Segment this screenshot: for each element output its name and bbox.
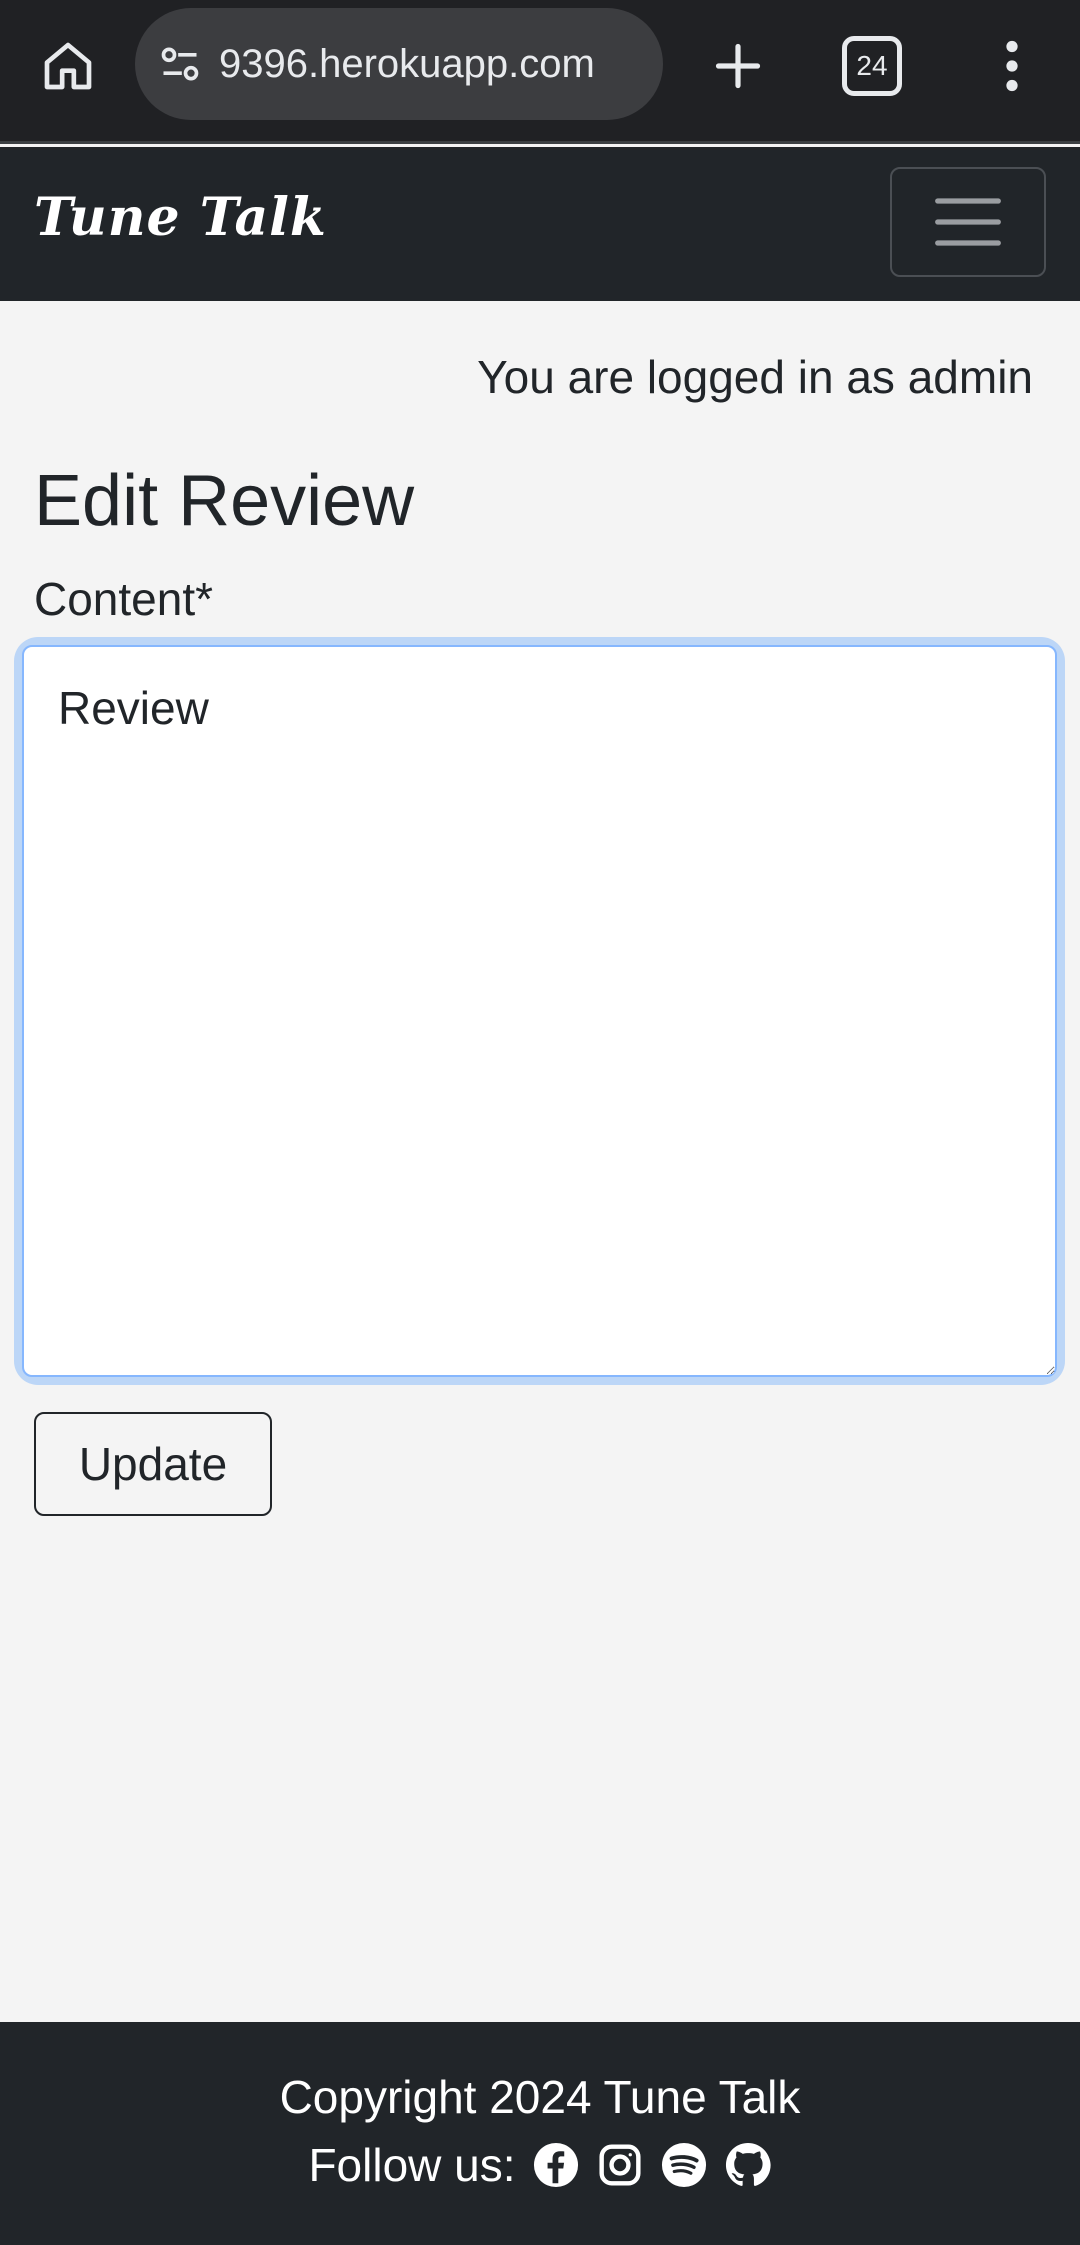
site-footer: Copyright 2024 Tune Talk Follow us: bbox=[0, 2022, 1080, 2245]
copyright-text: Copyright 2024 Tune Talk bbox=[279, 2071, 801, 2123]
hamburger-menu-icon bbox=[935, 198, 1001, 246]
instagram-icon[interactable] bbox=[596, 2141, 644, 2189]
follow-label: Follow us: bbox=[308, 2139, 516, 2191]
tab-count: 24 bbox=[856, 50, 888, 81]
url-text[interactable]: 9396.herokuapp.com bbox=[219, 42, 595, 87]
content-textarea[interactable]: Review bbox=[22, 645, 1057, 1377]
browser-toolbar: 9396.herokuapp.com 24 bbox=[0, 0, 1080, 144]
brand-logo[interactable]: Tune Talk bbox=[34, 187, 327, 248]
spotify-icon[interactable] bbox=[660, 2141, 708, 2189]
more-vert-icon[interactable] bbox=[984, 28, 1040, 104]
github-icon[interactable] bbox=[724, 2141, 772, 2189]
facebook-icon[interactable] bbox=[532, 2141, 580, 2189]
site-navbar: Tune Talk bbox=[0, 147, 1080, 301]
home-icon[interactable] bbox=[30, 28, 106, 104]
social-links: Follow us: bbox=[0, 2138, 1080, 2192]
navbar-toggler-button[interactable] bbox=[890, 167, 1046, 277]
update-button[interactable]: Update bbox=[34, 1412, 272, 1516]
login-status: You are logged in as admin bbox=[477, 351, 1033, 403]
address-bar[interactable]: 9396.herokuapp.com bbox=[135, 8, 663, 120]
tab-switcher-icon[interactable]: 24 bbox=[842, 36, 902, 96]
content-field-wrapper: Review bbox=[22, 645, 1057, 1377]
site-settings-icon[interactable] bbox=[155, 39, 205, 89]
plus-icon[interactable] bbox=[700, 28, 776, 104]
page-title: Edit Review bbox=[34, 461, 415, 541]
content-label: Content* bbox=[34, 573, 214, 625]
